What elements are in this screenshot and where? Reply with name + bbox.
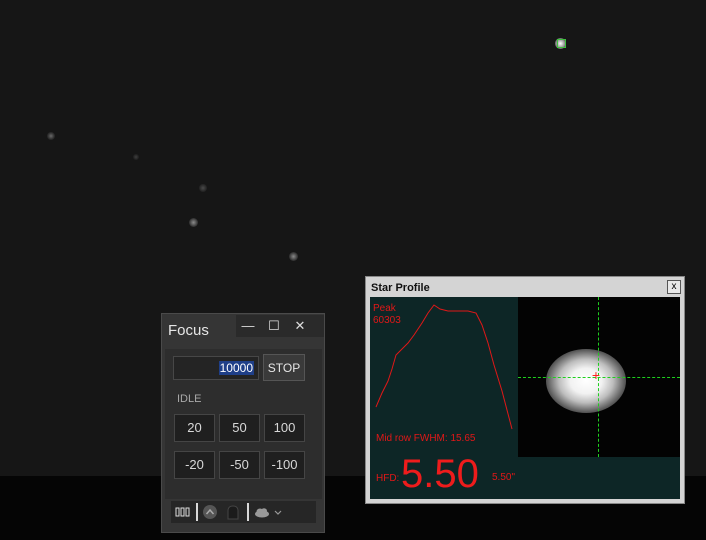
close-button[interactable]: x <box>667 280 681 294</box>
fwhm-readout: Mid row FWHM: 15.65 <box>376 433 476 444</box>
star <box>289 252 298 261</box>
star <box>47 132 55 140</box>
star <box>199 184 207 192</box>
counter-icon[interactable] <box>175 504 191 520</box>
move-minus-20-button[interactable]: -20 <box>174 451 215 479</box>
star <box>133 154 139 160</box>
star-profile-panel: Peak 60303 Mid row FWHM: 15.65 HFD: 5.50… <box>370 297 680 499</box>
focus-window: Focus — ☐ ✕ 10000 STOP IDLE 20 50 100 -2… <box>161 313 325 533</box>
focuser-status: IDLE <box>177 393 202 405</box>
guide-star-selection-box[interactable] <box>557 39 566 48</box>
step-size-input[interactable]: 10000 <box>173 356 259 380</box>
maximize-button[interactable]: ☐ <box>262 315 286 337</box>
dropdown-arrow-icon[interactable] <box>273 504 283 520</box>
close-button[interactable]: ✕ <box>288 315 312 337</box>
peak-readout: Peak 60303 <box>373 303 401 327</box>
star-profile-window: Star Profile x Peak 60303 Mid row FWHM: … <box>365 276 685 504</box>
focus-window-title: Focus <box>168 322 209 339</box>
move-plus-50-button[interactable]: 50 <box>219 414 260 442</box>
arrow-up-icon[interactable] <box>202 504 218 520</box>
stop-button[interactable]: STOP <box>263 354 305 381</box>
peak-value: 60303 <box>373 315 401 326</box>
lock-icon[interactable] <box>225 504 241 520</box>
focus-panel: 10000 STOP IDLE 20 50 100 -20 -50 -100 <box>165 349 322 499</box>
toolbar-separator <box>196 503 198 521</box>
star-profile-title: Star Profile <box>371 282 430 294</box>
star-image <box>546 349 626 413</box>
move-plus-100-button[interactable]: 100 <box>264 414 305 442</box>
star-thumbnail: + <box>518 297 680 457</box>
hfd-value: 5.50 <box>401 452 479 496</box>
focus-toolbar <box>171 501 316 523</box>
minimize-button[interactable]: — <box>236 315 260 337</box>
star <box>189 218 198 227</box>
step-size-value: 10000 <box>218 361 254 375</box>
hfd-label: HFD: <box>376 473 400 484</box>
move-plus-20-button[interactable]: 20 <box>174 414 215 442</box>
hfd-arcsec: 5.50" <box>492 472 516 483</box>
peak-label: Peak <box>373 303 396 314</box>
window-controls: — ☐ ✕ <box>236 315 324 337</box>
toolbar-separator <box>247 503 249 521</box>
centroid-marker-icon: + <box>591 367 601 383</box>
move-minus-100-button[interactable]: -100 <box>264 451 305 479</box>
move-minus-50-button[interactable]: -50 <box>219 451 260 479</box>
cloud-icon[interactable] <box>253 504 271 520</box>
